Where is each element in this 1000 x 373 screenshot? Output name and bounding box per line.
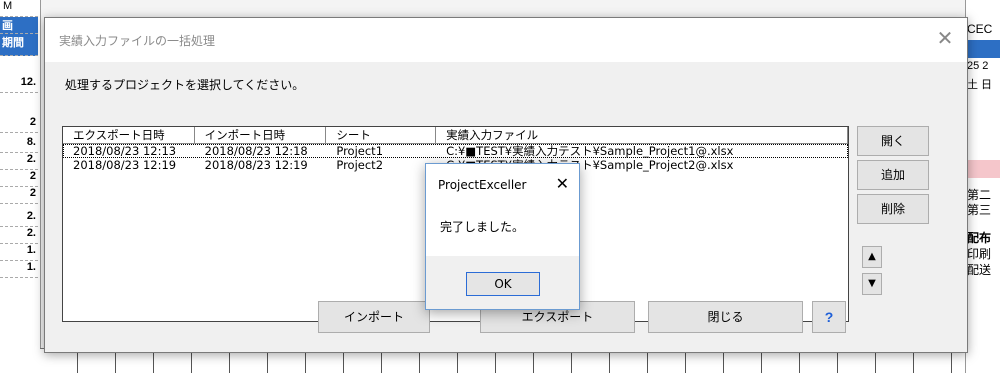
bg-cell: M — [0, 0, 38, 17]
bg-cell: 1. — [0, 261, 38, 278]
bg-text: 25 2 — [967, 60, 989, 72]
bg-cell: 2 — [0, 187, 38, 204]
row-header-column: M 画 期間 12. 2 8. 2. 2 2 2. 2. 1. 1. — [0, 0, 41, 373]
bg-text: 第三 — [967, 203, 992, 217]
blue-band — [966, 40, 1000, 58]
export-datetime: 2018/08/23 12:19 — [73, 158, 177, 172]
import-datetime: 2018/08/23 12:19 — [204, 158, 308, 172]
export-datetime: 2018/08/23 12:13 — [73, 144, 177, 158]
bg-cell: 2 — [0, 116, 38, 133]
bg-text: 土 日 — [967, 79, 993, 91]
sheet-name: Project1 — [336, 144, 384, 158]
message-box-footer: OK — [426, 256, 579, 309]
list-item[interactable]: 2018/08/23 12:13 2018/08/23 12:18 Projec… — [63, 144, 848, 158]
move-down-button[interactable]: ▼ — [862, 273, 882, 295]
ok-button[interactable]: OK — [466, 272, 540, 296]
bg-text: CEC — [967, 22, 993, 36]
close-icon[interactable]: ✕ — [556, 174, 569, 193]
bg-text: 配布 — [967, 231, 992, 245]
bg-cell: 2. — [0, 227, 38, 244]
move-up-button[interactable]: ▲ — [862, 246, 882, 268]
bg-cell: 8. — [0, 136, 38, 153]
import-datetime: 2018/08/23 12:18 — [204, 144, 308, 158]
bg-cell: 期間 — [0, 34, 38, 56]
open-button[interactable]: 開く — [857, 126, 929, 156]
column-header[interactable]: シート — [326, 127, 437, 143]
column-header[interactable]: エクスポート日時 — [63, 127, 195, 143]
bg-cell: 2. — [0, 210, 38, 227]
bg-cell: 12. — [0, 76, 38, 93]
message-text: 完了しました。 — [440, 220, 525, 234]
instruction-label: 処理するプロジェクトを選択してください。 — [65, 78, 305, 92]
bg-cell: 画 — [0, 17, 38, 34]
file-path: C:¥■TEST¥実績入力テスト¥Sample_Project1@.xlsx — [446, 144, 734, 158]
bg-cell: 2. — [0, 153, 38, 170]
completion-message-box: ProjectExceller ✕ 完了しました。 OK — [425, 163, 580, 310]
list-header: エクスポート日時 インポート日時 シート 実績入力ファイル — [63, 127, 848, 144]
bg-text: 配送 — [967, 263, 992, 277]
close-button[interactable]: 閉じる — [648, 301, 803, 333]
bg-cell: 1. — [0, 244, 38, 261]
pink-band — [966, 160, 1000, 178]
bg-cell: 2 — [0, 170, 38, 187]
add-button[interactable]: 追加 — [857, 160, 929, 190]
bg-text: 印刷 — [967, 247, 992, 261]
column-header[interactable]: 実績入力ファイル — [436, 127, 848, 143]
help-button[interactable]: ? — [812, 301, 846, 333]
close-icon[interactable]: ✕ — [933, 26, 957, 50]
sheet-name: Project2 — [336, 158, 384, 172]
dialog-titlebar: 実績入力ファイルの一括処理 ✕ — [45, 18, 967, 62]
column-header[interactable]: インポート日時 — [195, 127, 327, 143]
import-button[interactable]: インポート — [318, 301, 430, 333]
delete-button[interactable]: 削除 — [857, 194, 929, 224]
dialog-title: 実績入力ファイルの一括処理 — [59, 34, 216, 48]
message-box-title: ProjectExceller — [438, 178, 527, 192]
